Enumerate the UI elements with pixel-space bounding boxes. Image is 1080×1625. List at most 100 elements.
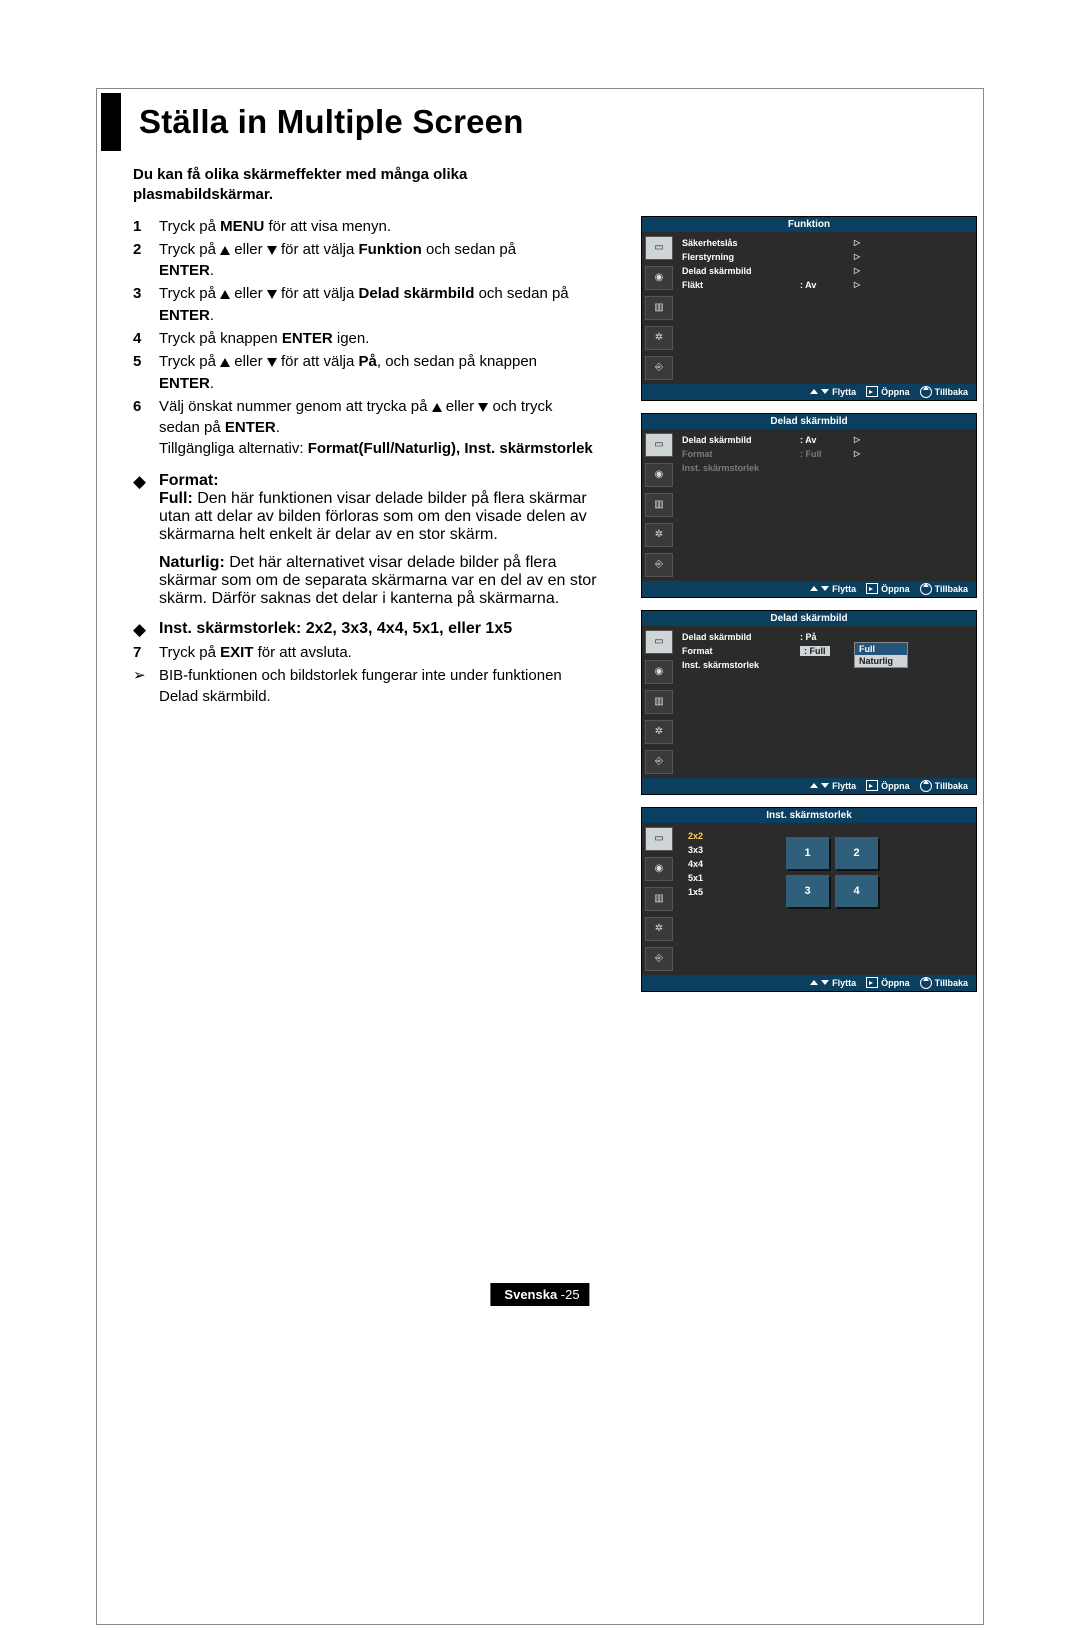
osd-column: Funktion ▭ ◉ ▥ ✲ ⎆ Säkerhetslås▷ Flersty… (617, 216, 983, 1004)
tab-sound-icon: ◉ (645, 857, 673, 881)
nav-up-icon (810, 783, 818, 788)
chevron-right-icon: ▷ (854, 449, 860, 458)
diamond-bullet-icon: ◆ (133, 620, 159, 640)
enter-icon (866, 780, 878, 791)
grid-cell: 4 (835, 875, 878, 907)
footer-lang: Svenska (504, 1287, 560, 1302)
chevron-right-icon: ▷ (854, 266, 860, 275)
osd-tabs: ▭ ◉ ▥ ✲ ⎆ (642, 626, 676, 778)
footer-page-number: -25 (561, 1287, 580, 1302)
osd-tabs: ▭ ◉ ▥ ✲ ⎆ (642, 429, 676, 581)
steps-list-2: 7 Tryck på EXIT för att avsluta. (133, 642, 597, 663)
manual-page: Ställa in Multiple Screen Du kan få olik… (96, 88, 984, 1625)
tab-input-icon: ⎆ (645, 750, 673, 774)
kw-full: Full: (159, 490, 193, 507)
step-5: 5 Tryck på eller för att välja På, och s… (133, 351, 597, 394)
nav-down-icon (821, 980, 829, 985)
inst-heading: Inst. skärmstorlek: 2x2, 3x3, 4x4, 5x1, … (159, 620, 597, 640)
format-dropdown: Full Naturlig (854, 642, 908, 668)
tab-picture-icon: ▭ (645, 827, 673, 851)
back-icon (920, 977, 932, 989)
kw-naturlig: Naturlig: (159, 554, 225, 571)
osd-footer: Flytta Öppna Tillbaka (642, 581, 976, 597)
nav-up-icon (810, 389, 818, 394)
item-flakt: Fläkt (682, 280, 800, 290)
step-number: 1 (133, 216, 159, 237)
tab-setup-icon: ✲ (645, 326, 673, 350)
tab-channel-icon: ▥ (645, 296, 673, 320)
down-arrow-icon (478, 403, 488, 412)
item-flerstyrning: Flerstyrning (682, 252, 800, 262)
steps-list: 1 Tryck på MENU för att visa menyn. 2 Tr… (133, 216, 597, 460)
kw-options: Format(Full/Naturlig), Inst. skärmstorle… (308, 440, 593, 457)
tab-input-icon: ⎆ (645, 947, 673, 971)
tab-setup-icon: ✲ (645, 917, 673, 941)
step-number: 5 (133, 351, 159, 394)
intro-text: Du kan få olika skärmeffekter med många … (97, 165, 573, 216)
grid-cell: 2 (835, 837, 878, 869)
step-number: 4 (133, 328, 159, 349)
step-2: 2 Tryck på eller för att välja Funktion … (133, 239, 597, 282)
dropdown-option-full: Full (855, 643, 907, 655)
chevron-right-icon: ▷ (854, 280, 860, 289)
nav-down-icon (821, 586, 829, 591)
osd-content: Säkerhetslås▷ Flerstyrning▷ Delad skärmb… (676, 232, 976, 384)
page-title: Ställa in Multiple Screen (139, 103, 979, 141)
format-heading: Format: Full: Den här funktionen visar d… (159, 472, 597, 608)
tab-picture-icon: ▭ (645, 433, 673, 457)
grid-cell: 1 (786, 837, 829, 869)
back-icon (920, 780, 932, 792)
step-7: 7 Tryck på EXIT för att avsluta. (133, 642, 597, 663)
note: ➢ BIB-funktionen och bildstorlek fungera… (133, 665, 597, 708)
item-inst: Inst. skärmstorlek (682, 660, 800, 670)
note-text: BIB-funktionen och bildstorlek fungerar … (159, 665, 597, 708)
step-4: 4 Tryck på knappen ENTER igen. (133, 328, 597, 349)
title-bar: Ställa in Multiple Screen (101, 93, 979, 151)
up-arrow-icon (432, 403, 442, 412)
osd-footer: Flytta Öppna Tillbaka (642, 778, 976, 794)
step-text: Tryck på EXIT för att avsluta. (159, 642, 597, 663)
item-sakerhetslas: Säkerhetslås (682, 238, 800, 248)
step-number: 6 (133, 396, 159, 460)
osd-tabs: ▭ ◉ ▥ ✲ ⎆ (642, 232, 676, 384)
kw-pa: På (359, 353, 377, 370)
tab-sound-icon: ◉ (645, 266, 673, 290)
kw-enter: ENTER (159, 307, 210, 324)
step-3: 3 Tryck på eller för att välja Delad skä… (133, 283, 597, 326)
kw-exit: EXIT (220, 644, 253, 661)
tab-input-icon: ⎆ (645, 356, 673, 380)
step-text: Välj önskat nummer genom att trycka på e… (159, 396, 597, 460)
osd-content: 2x2 3x3 4x4 5x1 1x5 1 2 3 4 (676, 823, 976, 975)
nav-up-icon (810, 980, 818, 985)
step-number: 3 (133, 283, 159, 326)
down-arrow-icon (267, 290, 277, 299)
osd-delad-pa: Delad skärmbild ▭ ◉ ▥ ✲ ⎆ Delad skärmbil… (641, 610, 977, 795)
step-1: 1 Tryck på MENU för att visa menyn. (133, 216, 597, 237)
tab-sound-icon: ◉ (645, 660, 673, 684)
up-arrow-icon (220, 290, 230, 299)
dropdown-option-naturlig: Naturlig (855, 655, 907, 667)
osd-delad-av: Delad skärmbild ▭ ◉ ▥ ✲ ⎆ Delad skärmbil… (641, 413, 977, 598)
item-delad: Delad skärmbild (682, 435, 800, 445)
up-arrow-icon (220, 358, 230, 367)
naturlig-para: Naturlig: Det här alternativet visar del… (159, 554, 597, 608)
tab-input-icon: ⎆ (645, 553, 673, 577)
osd-header: Delad skärmbild (642, 611, 976, 626)
tab-setup-icon: ✲ (645, 523, 673, 547)
kw-enter: ENTER (159, 375, 210, 392)
osd-header: Delad skärmbild (642, 414, 976, 429)
item-inst: Inst. skärmstorlek (682, 463, 800, 473)
step-text: Tryck på eller för att välja Delad skärm… (159, 283, 597, 326)
instructions-column: 1 Tryck på MENU för att visa menyn. 2 Tr… (133, 216, 597, 708)
step-text: Tryck på eller för att välja Funktion oc… (159, 239, 597, 282)
osd-header: Inst. skärmstorlek (642, 808, 976, 823)
chevron-right-icon: ▷ (854, 435, 860, 444)
size-preview-grid: 1 2 3 4 (786, 837, 878, 907)
tab-setup-icon: ✲ (645, 720, 673, 744)
tab-picture-icon: ▭ (645, 630, 673, 654)
osd-funktion: Funktion ▭ ◉ ▥ ✲ ⎆ Säkerhetslås▷ Flersty… (641, 216, 977, 401)
back-icon (920, 583, 932, 595)
grid-cell: 3 (786, 875, 829, 907)
osd-inst-storlek: Inst. skärmstorlek ▭ ◉ ▥ ✲ ⎆ 2x2 3x3 4x4 (641, 807, 977, 992)
note-icon: ➢ (133, 665, 159, 708)
